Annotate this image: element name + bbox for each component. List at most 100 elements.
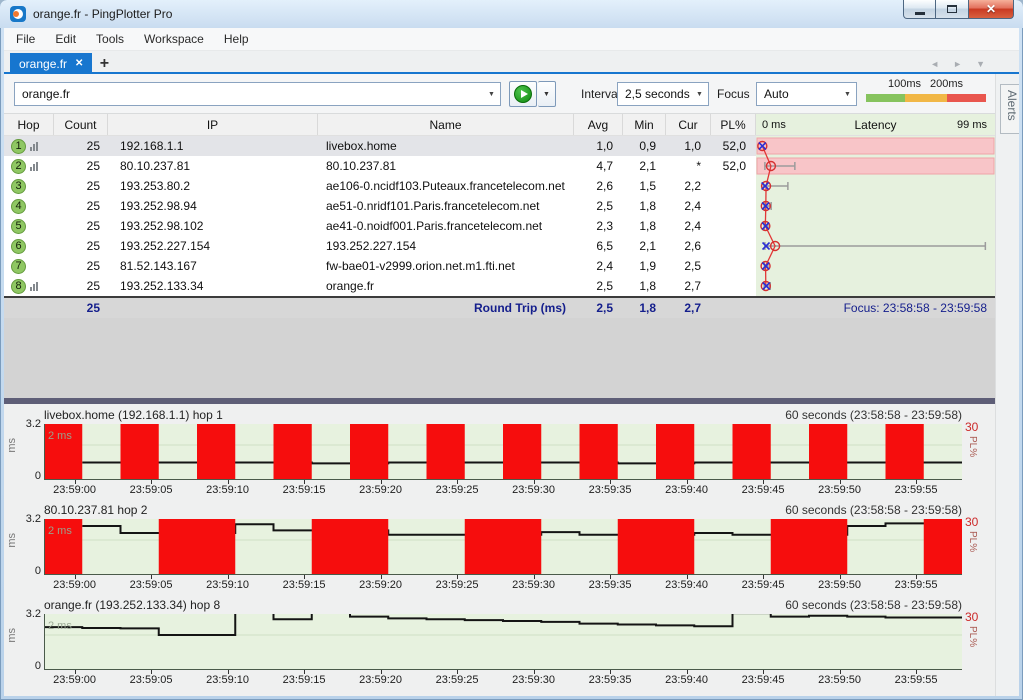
header-count: Count [54,114,108,135]
play-icon [514,85,532,103]
menu-help[interactable]: Help [214,28,259,51]
header-name: Name [318,114,574,135]
header-latency: 0 ms Latency 99 ms [756,114,995,135]
tab-scroll-left-icon[interactable]: ◄ [930,59,939,69]
window-title: orange.fr - PingPlotter Pro [33,7,172,21]
legend-color-bar [866,94,986,102]
interval-dropdown-icon: ▼ [691,83,708,105]
close-button[interactable]: ✕ [969,0,1014,19]
tab-orange-fr[interactable]: orange.fr ✕ [10,53,92,74]
x-tick-label: 23:59:40 [658,674,716,686]
x-tick-label: 23:59:05 [122,674,180,686]
x-tick-label: 23:59:15 [275,674,333,686]
pingplotter-window: orange.fr - PingPlotter Pro ✕ FileEditTo… [0,0,1023,700]
x-tick-label: 23:59:10 [199,579,257,591]
count-cell: 25 [54,256,108,276]
count-cell: 25 [54,136,108,156]
menu-file[interactable]: File [4,28,45,51]
alerts-panel-tab[interactable]: Alerts [1000,84,1019,134]
min-cell: 2,1 [623,156,666,176]
focus-dropdown-icon: ▼ [839,83,856,105]
x-tick-label: 23:59:55 [887,484,945,496]
graph-plot[interactable] [44,519,962,575]
graph-plot[interactable] [44,614,962,670]
count-cell: 25 [54,156,108,176]
x-tick-label: 23:59:45 [734,674,792,686]
close-icon: ✕ [986,2,996,16]
header-pl: PL% [711,114,756,135]
y-axis-unit: ms [6,438,18,453]
start-trace-button[interactable] [509,81,537,107]
hop-cell: 8 [4,276,54,296]
legend-segment-2 [947,94,986,102]
minimize-icon [915,12,925,15]
name-cell: ae41-0.noidf001.Paris.francetelecom.net [318,216,574,236]
cur-cell: 2,4 [666,196,711,216]
summary-avg: 2,5 [574,301,623,315]
new-tab-button[interactable]: + [92,53,116,74]
cur-cell: 2,5 [666,256,711,276]
hop-cell: 2 [4,156,54,176]
target-combobox[interactable]: ▼ [14,82,501,106]
cur-cell: 2,4 [666,216,711,236]
y-axis-max: 3.2 [14,418,41,430]
packet-loss-cell: 52,0 [711,156,756,176]
packet-loss-cell [711,236,756,256]
x-tick-label: 23:59:00 [46,484,104,496]
tab-close-icon[interactable]: ✕ [75,58,83,69]
round-trip-label: Round Trip (ms) [108,301,574,315]
graph-range-label: 60 seconds (23:58:58 - 23:59:58) [785,598,962,612]
tab-list-icon[interactable]: ▼ [976,59,985,69]
x-tick-label: 23:59:30 [505,579,563,591]
gridline-label: 2 ms [48,430,72,442]
hop-number-badge: 2 [11,159,26,174]
min-cell: 2,1 [623,236,666,256]
title-bar[interactable]: orange.fr - PingPlotter Pro ✕ [0,0,1023,28]
x-tick-label: 23:59:35 [581,484,639,496]
summary-min: 1,8 [623,301,666,315]
table-header: Hop Count IP Name Avg Min Cur PL% 0 ms L… [4,114,995,136]
ip-cell: 193.252.133.34 [108,276,318,296]
x-tick-label: 23:59:55 [887,674,945,686]
packet-loss-cell [711,196,756,216]
target-dropdown-icon[interactable]: ▼ [483,83,500,105]
x-tick-label: 23:59:40 [658,579,716,591]
header-hop: Hop [4,114,54,135]
x-tick-label: 23:59:55 [887,579,945,591]
side-rail: Alerts [995,74,1019,696]
header-min: Min [623,114,666,135]
app-icon [10,6,26,22]
timeline-graph-hop-1: livebox.home (192.168.1.1) hop 160 secon… [4,408,995,500]
name-cell: livebox.home [318,136,574,156]
x-tick-label: 23:59:00 [46,674,104,686]
menu-tools[interactable]: Tools [86,28,134,51]
pl-axis-label: PL% [967,436,978,457]
interval-select[interactable]: 2,5 seconds ▼ [617,82,709,106]
avg-cell: 2,5 [574,196,623,216]
focus-select[interactable]: Auto ▼ [756,82,857,106]
menu-workspace[interactable]: Workspace [134,28,214,51]
packet-loss-cell [711,216,756,236]
x-tick-label: 23:59:10 [199,484,257,496]
hop-cell: 7 [4,256,54,276]
cur-cell: 2,2 [666,176,711,196]
y-axis-min: 0 [14,470,41,482]
x-tick-label: 23:59:15 [275,484,333,496]
graph-title: 80.10.237.81 hop 2 [44,503,147,517]
tab-label: orange.fr [19,57,67,71]
minimize-button[interactable] [903,0,936,19]
target-input[interactable] [15,83,483,105]
graph-range-label: 60 seconds (23:58:58 - 23:59:58) [785,408,962,422]
avg-cell: 1,0 [574,136,623,156]
menu-edit[interactable]: Edit [45,28,86,51]
start-options-dropdown[interactable]: ▼ [538,81,556,107]
packet-loss-cell [711,276,756,296]
x-tick-label: 23:59:20 [352,484,410,496]
graph-plot[interactable] [44,424,962,480]
tab-scroll-right-icon[interactable]: ► [953,59,962,69]
x-tick-label: 23:59:25 [428,579,486,591]
maximize-button[interactable] [936,0,969,19]
interval-value: 2,5 seconds [618,83,691,105]
graph-shown-icon [30,162,38,171]
cur-cell: 2,6 [666,236,711,256]
